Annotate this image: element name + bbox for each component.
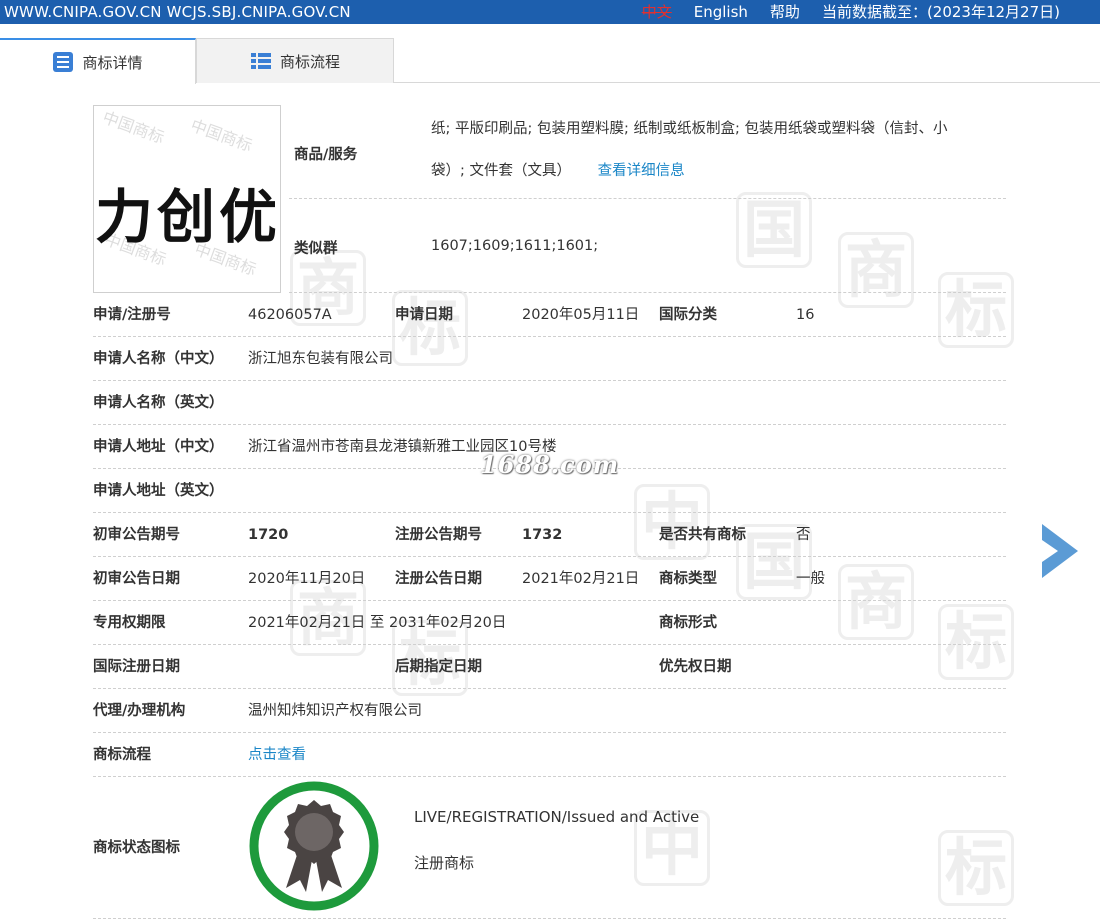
reg-no-label: 申请/注册号	[93, 307, 171, 323]
priority-date-label: 优先权日期	[659, 659, 732, 675]
document-list-icon	[53, 52, 74, 72]
view-detail-link[interactable]: 查看详细信息	[598, 163, 685, 179]
row-exclusive-period: 专用权期限 2021年02月21日 至 2031年02月20日 商标形式	[93, 601, 1006, 645]
shared-label: 是否共有商标	[659, 527, 746, 543]
help-link[interactable]: 帮助	[770, 0, 800, 24]
exclusive-label: 专用权期限	[93, 615, 166, 631]
lang-zh-link[interactable]: 中文	[642, 0, 672, 24]
reg-pub-date-value: 2021年02月21日	[522, 571, 640, 587]
intl-class-value: 16	[796, 307, 815, 323]
mark-type-value: 一般	[796, 571, 825, 587]
chevron-right-icon[interactable]	[1040, 522, 1080, 580]
goods-line-2: 袋）; 文件套（文具） 查看详细信息	[431, 150, 991, 192]
award-ribbon-icon	[249, 781, 379, 911]
later-designation-label: 后期指定日期	[395, 659, 482, 675]
prelim-date-label: 初审公告日期	[93, 571, 180, 587]
tab-detail-label: 商标详情	[82, 53, 143, 72]
view-flow-link[interactable]: 点击查看	[248, 733, 306, 777]
tab-flow-label: 商标流程	[279, 52, 340, 71]
agent-value: 温州知炜知识产权有限公司	[248, 703, 422, 719]
row-announcement-no: 初审公告期号 1720 注册公告期号 1732 是否共有商标 否	[93, 513, 1006, 557]
row-announcement-date: 初审公告日期 2020年11月20日 注册公告日期 2021年02月21日 商标…	[93, 557, 1006, 601]
trademark-image: 中国商标 中国商标 中国商标 中国商标 力创优	[93, 105, 281, 293]
reg-pub-no-label: 注册公告期号	[395, 527, 482, 543]
applicant-cn-value: 浙江旭东包装有限公司	[248, 351, 393, 367]
top-bar: WWW.CNIPA.GOV.CN WCJS.SBJ.CNIPA.GOV.CN 中…	[0, 0, 1100, 24]
row-agent: 代理/办理机构 温州知炜知识产权有限公司	[93, 689, 1006, 733]
trademark-mark-text: 力创优	[94, 183, 281, 251]
intl-reg-date-label: 国际注册日期	[93, 659, 180, 675]
shared-value: 否	[796, 527, 811, 543]
tab-bar: 商标详情 商标流程	[0, 38, 1100, 84]
exclusive-value: 2021年02月21日 至 2031年02月20日	[248, 615, 507, 631]
tab-trademark-flow[interactable]: 商标流程	[196, 38, 394, 83]
background-watermark-glyph: 标	[938, 830, 1014, 906]
app-date-value: 2020年05月11日	[522, 307, 640, 323]
row-flow: 商标流程 点击查看	[93, 733, 1006, 777]
site-urls: WWW.CNIPA.GOV.CN WCJS.SBJ.CNIPA.GOV.CN	[4, 3, 351, 21]
tab-trademark-detail[interactable]: 商标详情	[0, 38, 196, 84]
goods-line-2-text: 袋）; 文件套（文具）	[431, 163, 571, 179]
overlay-watermark: 1688.com	[480, 450, 620, 479]
goods-value: 纸; 平版印刷品; 包装用塑料膜; 纸制或纸板制盒; 包装用纸袋或塑料袋（信封、…	[431, 108, 991, 192]
app-date-label: 申请日期	[395, 307, 453, 323]
image-watermark: 中国商标	[188, 115, 255, 156]
agent-label: 代理/办理机构	[93, 703, 186, 719]
top-nav: 中文 English 帮助 当前数据截至：(2023年12月27日)	[642, 0, 1060, 24]
prelim-no-value: 1720	[248, 527, 289, 543]
intl-class-label: 国际分类	[659, 307, 717, 323]
flow-label: 商标流程	[93, 747, 151, 763]
reg-pub-no-value: 1732	[522, 527, 563, 543]
status-text-zh: 注册商标	[414, 854, 475, 872]
address-en-label: 申请人地址（英文）	[93, 483, 224, 499]
status-label: 商标状态图标	[93, 840, 180, 856]
divider	[93, 918, 1006, 919]
row-registration: 申请/注册号 46206057A 申请日期 2020年05月11日 国际分类 1…	[93, 293, 1006, 337]
lang-en-link[interactable]: English	[694, 0, 748, 24]
status-text-en: LIVE/REGISTRATION/Issued and Active	[414, 808, 700, 826]
row-intl-dates: 国际注册日期 后期指定日期 优先权日期	[93, 645, 1006, 689]
reg-pub-date-label: 注册公告日期	[395, 571, 482, 587]
prelim-no-label: 初审公告期号	[93, 527, 180, 543]
prelim-date-value: 2020年11月20日	[248, 571, 366, 587]
goods-line-1: 纸; 平版印刷品; 包装用塑料膜; 纸制或纸板制盒; 包装用纸袋或塑料袋（信封、…	[431, 121, 948, 137]
goods-label: 商品/服务	[294, 147, 358, 163]
mark-form-label: 商标形式	[659, 615, 717, 631]
mark-type-label: 商标类型	[659, 571, 717, 587]
data-date-text: 当前数据截至：(2023年12月27日)	[821, 3, 1060, 21]
divider	[289, 198, 1006, 199]
list-grid-icon	[250, 53, 271, 69]
similar-group-label: 类似群	[294, 241, 338, 257]
similar-group-value: 1607;1609;1611;1601;	[431, 238, 599, 254]
background-watermark-glyph: 国	[736, 192, 812, 268]
applicant-cn-label: 申请人名称（中文）	[93, 351, 224, 367]
applicant-en-label: 申请人名称（英文）	[93, 395, 224, 411]
row-applicant-en: 申请人名称（英文）	[93, 381, 1006, 425]
reg-no-value: 46206057A	[248, 307, 332, 323]
address-cn-label: 申请人地址（中文）	[93, 439, 224, 455]
image-watermark: 中国商标	[100, 107, 167, 148]
row-applicant-cn: 申请人名称（中文） 浙江旭东包装有限公司	[93, 337, 1006, 381]
